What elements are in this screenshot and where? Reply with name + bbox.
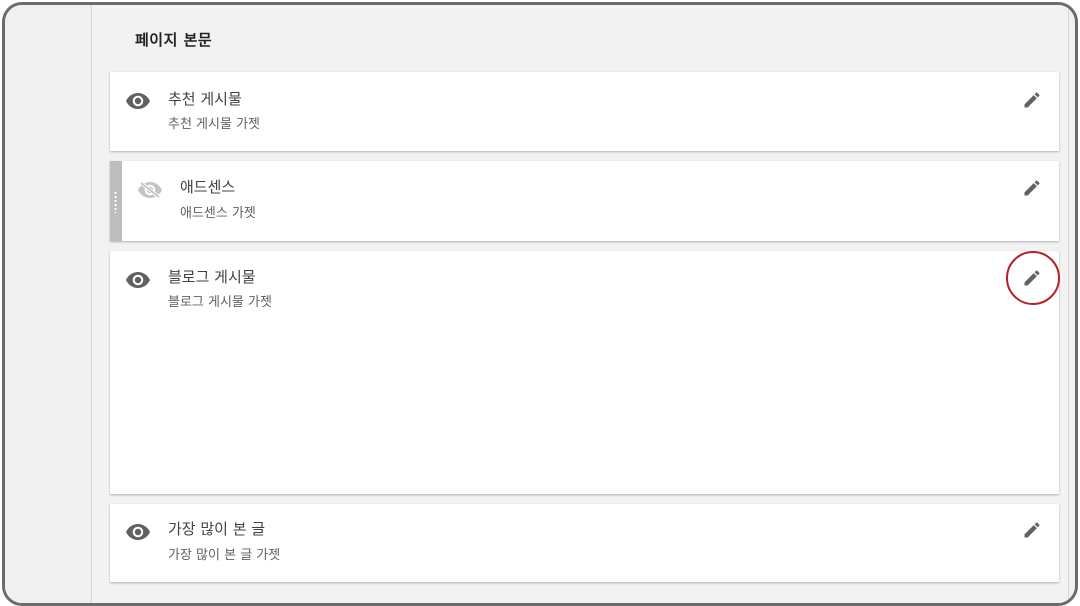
gadget-title: 가장 많이 본 글 <box>168 520 266 538</box>
screenshot-frame: 페이지 본문 추천 게시물 추천 게시물 가젯 애드센스 애드센스 가젯 블로그… <box>2 2 1078 606</box>
gadget-card[interactable]: 애드센스 애드센스 가젯 <box>110 161 1059 241</box>
gadget-subtitle: 추천 게시물 가젯 <box>168 117 260 132</box>
gadget-card[interactable]: 추천 게시물 추천 게시물 가젯 <box>110 72 1059 151</box>
gadget-subtitle: 애드센스 가젯 <box>180 206 256 221</box>
gadget-subtitle: 가장 많이 본 글 가젯 <box>168 548 281 563</box>
drag-handle-icon[interactable] <box>110 161 122 241</box>
layout-section-panel: 페이지 본문 추천 게시물 추천 게시물 가젯 애드센스 애드센스 가젯 블로그… <box>91 5 1069 603</box>
pencil-icon[interactable] <box>1022 90 1042 110</box>
gadget-title: 추천 게시물 <box>168 90 242 108</box>
gadget-card[interactable]: 가장 많이 본 글 가장 많이 본 글 가젯 <box>110 504 1059 582</box>
eye-off-icon[interactable] <box>138 181 162 199</box>
gadget-card[interactable]: 블로그 게시물 블로그 게시물 가젯 <box>110 251 1060 494</box>
pencil-icon[interactable] <box>1022 520 1042 540</box>
gadget-title: 블로그 게시물 <box>168 268 256 286</box>
gadget-subtitle: 블로그 게시물 가젯 <box>168 295 272 310</box>
gadget-title: 애드센스 <box>180 178 236 196</box>
section-title: 페이지 본문 <box>135 31 213 49</box>
highlight-circle <box>1006 251 1060 305</box>
left-gutter <box>5 5 91 603</box>
pencil-icon[interactable] <box>1022 178 1042 198</box>
eye-icon[interactable] <box>126 272 150 288</box>
eye-icon[interactable] <box>126 524 150 540</box>
eye-icon[interactable] <box>126 93 150 109</box>
